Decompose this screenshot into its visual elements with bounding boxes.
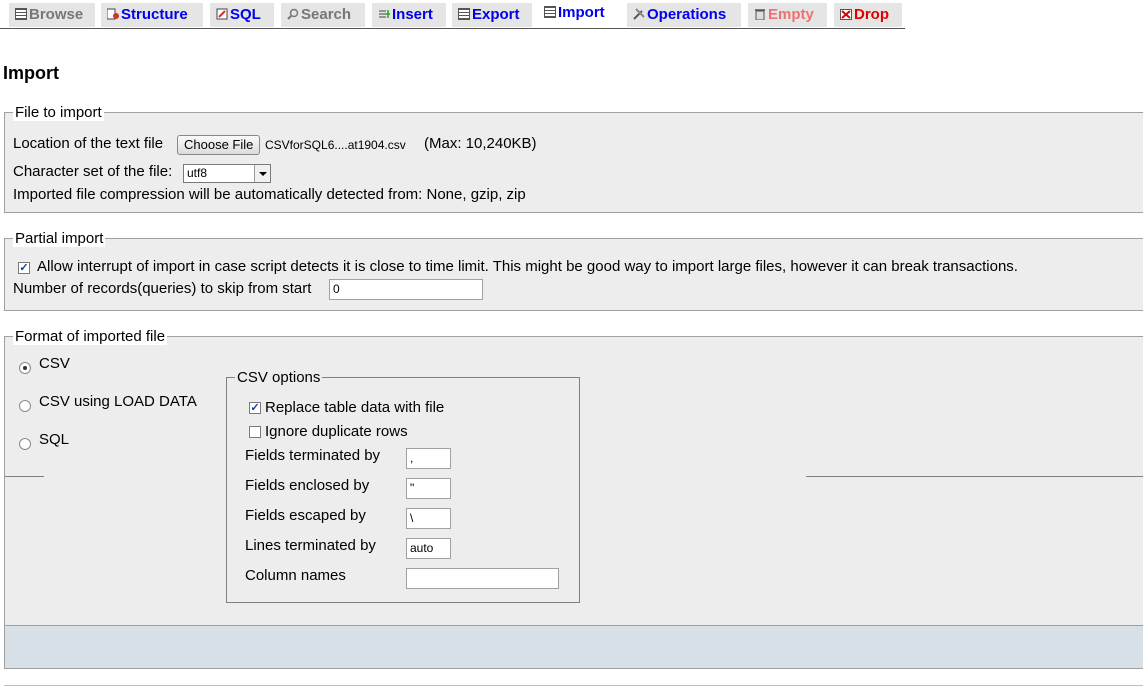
browse-icon — [15, 8, 27, 20]
partial-import-legend: Partial import — [13, 230, 106, 247]
file-to-import-fieldset: File to import Location of the text file… — [4, 104, 1143, 213]
lines-terminated-input[interactable]: auto — [406, 538, 451, 559]
charset-label: Character set of the file: — [13, 163, 173, 180]
divider-right — [806, 476, 1143, 477]
replace-data-checkbox[interactable]: ✓ — [249, 402, 261, 414]
fields-enclosed-input[interactable]: " — [406, 478, 451, 499]
submit-bar — [4, 625, 1143, 669]
insert-icon — [378, 4, 390, 18]
tab-search[interactable]: Search — [281, 3, 365, 27]
file-to-import-legend: File to import — [13, 104, 104, 121]
tab-structure[interactable]: Structure — [101, 3, 203, 27]
page-title: Import — [3, 63, 59, 83]
fields-enclosed-label: Fields enclosed by — [245, 477, 370, 494]
divider-left — [5, 476, 44, 477]
tab-operations[interactable]: Operations — [627, 3, 741, 27]
selected-file-name: CSVforSQL6....at1904.csv — [265, 138, 406, 152]
fields-terminated-input[interactable]: , — [406, 448, 451, 469]
choose-file-button[interactable]: Choose File — [177, 135, 261, 155]
csv-options-fieldset: CSV options ✓ Replace table data with fi… — [226, 369, 580, 603]
tab-browse[interactable]: Browse — [9, 3, 95, 27]
tab-import[interactable]: Import — [538, 0, 621, 28]
empty-icon — [754, 4, 766, 21]
ignore-duplicates-label: Ignore duplicate rows — [265, 423, 408, 440]
tab-sql[interactable]: SQL — [210, 3, 274, 27]
fields-escaped-input[interactable]: \ — [406, 508, 451, 529]
tab-bar: Browse Structure SQL Search Insert Expor… — [0, 0, 905, 29]
format-option-sql: SQL — [39, 431, 70, 448]
format-radio-csv[interactable] — [19, 362, 31, 374]
format-fieldset: Format of imported file CSV CSV using LO… — [4, 328, 1143, 626]
skip-label: Number of records(queries) to skip from … — [13, 280, 312, 297]
operations-icon — [633, 4, 645, 20]
format-radio-csv-load-data[interactable] — [19, 400, 31, 412]
chevron-down-icon — [254, 165, 270, 182]
allow-interrupt-label: Allow interrupt of import in case script… — [37, 258, 1018, 275]
import-icon — [544, 6, 556, 18]
format-legend: Format of imported file — [13, 328, 168, 345]
charset-value: utf8 — [187, 166, 208, 180]
export-icon — [458, 8, 470, 20]
format-radio-sql[interactable] — [19, 438, 31, 450]
lines-terminated-label: Lines terminated by — [245, 537, 376, 554]
column-names-label: Column names — [245, 567, 346, 584]
tab-drop[interactable]: Drop — [834, 3, 902, 27]
ignore-duplicates-checkbox[interactable] — [249, 426, 261, 438]
fields-escaped-label: Fields escaped by — [245, 507, 366, 524]
footer-divider — [4, 685, 1143, 686]
sql-icon — [216, 4, 228, 20]
compression-note: Imported file compression will be automa… — [13, 186, 526, 203]
format-option-csv: CSV — [39, 355, 70, 372]
location-label: Location of the text file — [13, 135, 164, 152]
drop-icon — [840, 4, 852, 20]
replace-data-label: Replace table data with file — [265, 399, 445, 416]
format-option-csv-load-data: CSV using LOAD DATA — [39, 393, 197, 410]
column-names-input[interactable] — [406, 568, 559, 589]
tab-insert[interactable]: Insert — [372, 3, 446, 27]
charset-select[interactable]: utf8 — [183, 164, 271, 183]
max-size-note: (Max: 10,240KB) — [424, 135, 537, 152]
tab-export[interactable]: Export — [452, 3, 532, 27]
partial-import-fieldset: Partial import ✓ Allow interrupt of impo… — [4, 230, 1143, 311]
skip-input[interactable]: 0 — [329, 279, 483, 300]
structure-icon — [106, 4, 119, 20]
search-icon — [287, 4, 299, 20]
fields-terminated-label: Fields terminated by — [245, 447, 381, 464]
csv-options-legend: CSV options — [235, 369, 323, 386]
tab-empty[interactable]: Empty — [748, 3, 827, 27]
allow-interrupt-checkbox[interactable]: ✓ — [18, 262, 30, 274]
